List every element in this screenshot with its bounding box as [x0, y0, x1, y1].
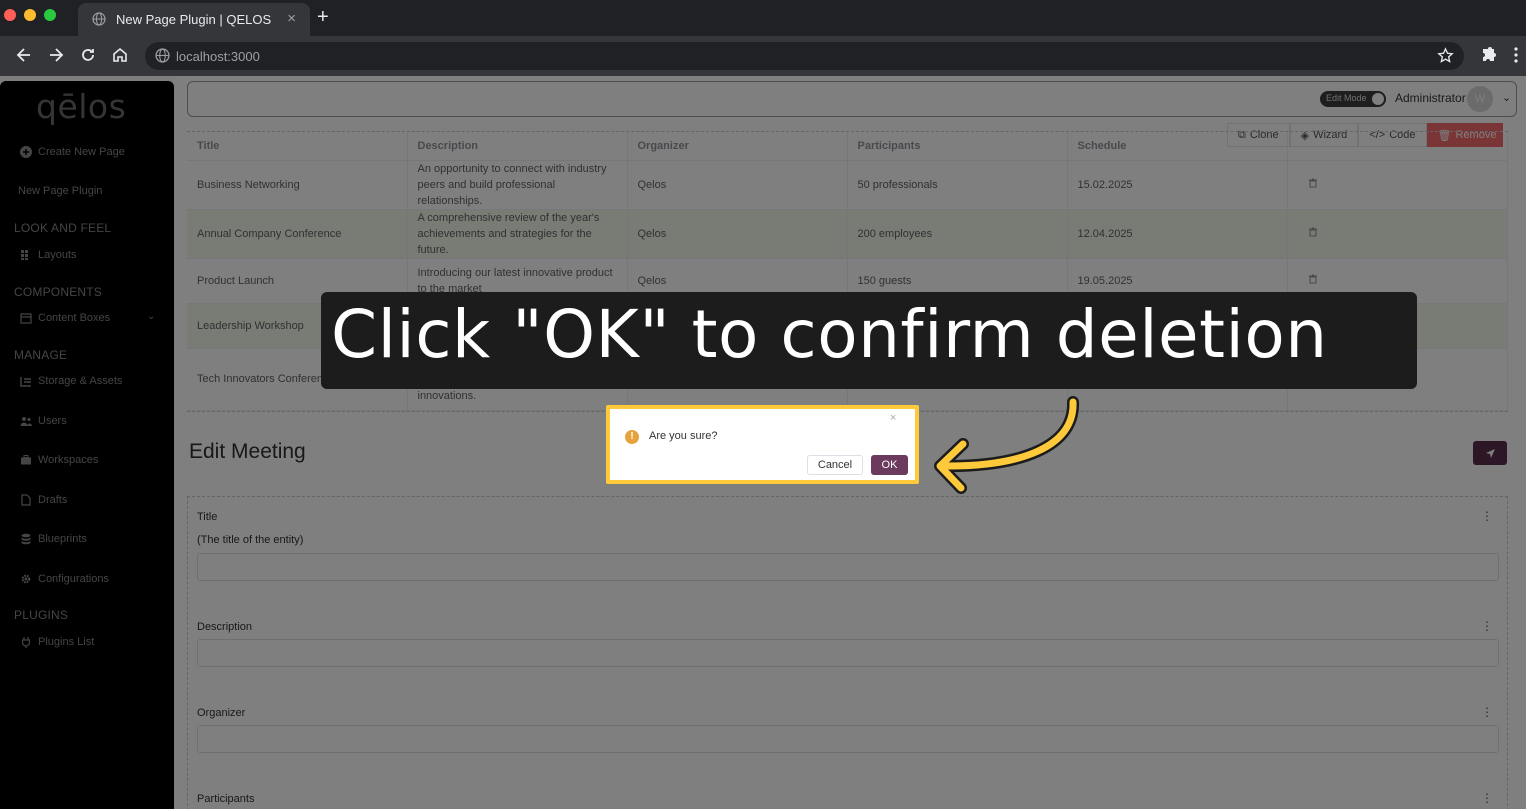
home-icon[interactable]	[110, 45, 130, 65]
browser-menu-icon[interactable]	[1506, 45, 1526, 65]
minimize-window-button[interactable]	[24, 9, 36, 21]
app-viewport: Edit Mode Administrator W ⌄ ⧉Clone ◈Wiza…	[0, 76, 1526, 809]
browser-tab[interactable]: New Page Plugin | QELOS ×	[78, 3, 310, 36]
address-bar[interactable]: localhost:3000	[145, 42, 1464, 70]
tab-title: New Page Plugin | QELOS	[116, 12, 272, 27]
warning-icon: !	[625, 430, 639, 444]
close-tab-icon[interactable]: ×	[287, 10, 296, 27]
browser-tab-bar: New Page Plugin | QELOS × +	[0, 0, 1526, 36]
extensions-icon[interactable]	[1479, 45, 1499, 65]
browser-toolbar: localhost:3000	[0, 36, 1526, 76]
dialog-highlight: ! Are you sure? × Cancel OK	[606, 405, 919, 484]
close-window-button[interactable]	[4, 9, 16, 21]
callout-text: Click "OK" to confirm deletion	[331, 296, 1328, 373]
pointer-arrow-icon	[934, 396, 1080, 494]
url-text: localhost:3000	[176, 49, 260, 64]
bookmark-star-icon[interactable]	[1437, 47, 1454, 64]
new-tab-button[interactable]: +	[317, 7, 329, 27]
dialog-message: Are you sure?	[649, 430, 718, 442]
forward-icon[interactable]	[46, 45, 66, 65]
back-icon[interactable]	[14, 45, 34, 65]
site-info-icon[interactable]	[155, 48, 170, 63]
ok-button[interactable]: OK	[871, 455, 908, 475]
cancel-button[interactable]: Cancel	[807, 455, 863, 475]
maximize-window-button[interactable]	[44, 9, 56, 21]
tutorial-callout: Click "OK" to confirm deletion	[321, 292, 1417, 389]
confirm-dialog: ! Are you sure? × Cancel OK	[614, 412, 911, 476]
globe-icon	[92, 12, 106, 26]
reload-icon[interactable]	[78, 45, 98, 65]
close-icon[interactable]: ×	[890, 412, 896, 424]
